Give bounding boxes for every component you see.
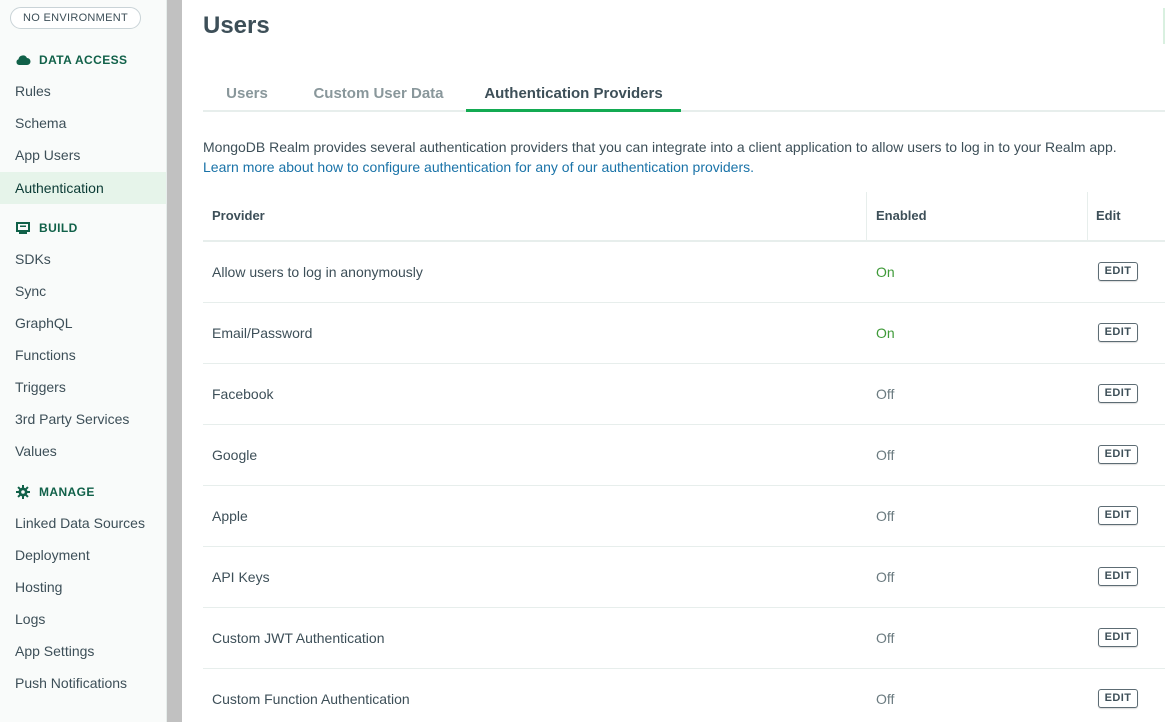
providers-table: Provider Enabled Edit Allow users to log… [203, 192, 1165, 722]
edit-button[interactable]: EDIT [1098, 384, 1138, 403]
sidebar-item-linked-data-sources[interactable]: Linked Data Sources [0, 507, 166, 539]
edit-button[interactable]: EDIT [1098, 262, 1138, 281]
enabled-status: Off [876, 508, 895, 524]
sidebar-item-functions[interactable]: Functions [0, 339, 166, 371]
edit-button[interactable]: EDIT [1098, 567, 1138, 586]
sidebar-item-app-settings[interactable]: App Settings [0, 635, 166, 667]
table-row: API Keys Off EDIT [203, 547, 1165, 608]
provider-name: Facebook [212, 386, 274, 402]
provider-name: Apple [212, 508, 248, 524]
table-header: Provider Enabled Edit [203, 192, 1165, 242]
sidebar: NO ENVIRONMENT DATA ACCESS Rules Schema … [0, 0, 167, 722]
sidebar-item-hosting[interactable]: Hosting [0, 571, 166, 603]
sidebar-item-triggers[interactable]: Triggers [0, 371, 166, 403]
edit-button[interactable]: EDIT [1098, 323, 1138, 342]
enabled-status: Off [876, 386, 895, 402]
sidebar-item-push-notifications[interactable]: Push Notifications [0, 667, 166, 699]
table-row: Google Off EDIT [203, 425, 1165, 486]
enabled-status: Off [876, 691, 895, 707]
table-row: Custom Function Authentication Off EDIT [203, 669, 1165, 722]
column-separator [866, 192, 867, 240]
table-row: Facebook Off EDIT [203, 364, 1165, 425]
column-header-provider[interactable]: Provider [212, 192, 265, 240]
column-header-edit: Edit [1096, 208, 1121, 223]
table-row: Allow users to log in anonymously On EDI… [203, 242, 1165, 303]
sidebar-scrollbar[interactable] [167, 0, 182, 722]
tab-label: Authentication Providers [484, 85, 663, 102]
enabled-status: Off [876, 447, 895, 463]
table-row: Apple Off EDIT [203, 486, 1165, 547]
page-title: Users [203, 12, 270, 39]
sidebar-item-rules[interactable]: Rules [0, 75, 166, 107]
sidebar-item-3rd-party-services[interactable]: 3rd Party Services [0, 403, 166, 435]
edit-button[interactable]: EDIT [1098, 445, 1138, 464]
section-header-data-access: DATA ACCESS [15, 52, 127, 68]
edit-button[interactable]: EDIT [1098, 628, 1138, 647]
description-text: MongoDB Realm provides several authentic… [203, 139, 1117, 155]
description: MongoDB Realm provides several authentic… [203, 137, 1163, 177]
table-row: Email/Password On EDIT [203, 303, 1165, 364]
sidebar-item-sdks[interactable]: SDKs [0, 243, 166, 275]
column-header-enabled[interactable]: Enabled [876, 192, 927, 240]
provider-name: Custom Function Authentication [212, 691, 410, 707]
gear-icon [15, 484, 31, 500]
environment-badge[interactable]: NO ENVIRONMENT [10, 7, 142, 29]
section-label: BUILD [39, 221, 78, 235]
provider-name: Custom JWT Authentication [212, 630, 385, 646]
active-tab-indicator [466, 109, 681, 112]
provider-name: Allow users to log in anonymously [212, 264, 423, 280]
edit-button[interactable]: EDIT [1098, 506, 1138, 525]
table-row: Custom JWT Authentication Off EDIT [203, 608, 1165, 669]
tab-users[interactable]: Users [203, 78, 291, 112]
provider-name: Email/Password [212, 325, 313, 341]
sidebar-item-graphql[interactable]: GraphQL [0, 307, 166, 339]
enabled-status: On [876, 325, 895, 341]
sidebar-item-values[interactable]: Values [0, 435, 166, 467]
section-label: MANAGE [39, 485, 95, 499]
edit-button[interactable]: EDIT [1098, 689, 1138, 708]
provider-name: API Keys [212, 569, 270, 585]
provider-name: Google [212, 447, 258, 463]
cloud-icon [15, 52, 31, 68]
tab-bar: Users Custom User Data Authentication Pr… [203, 78, 1165, 112]
app-window: NO ENVIRONMENT DATA ACCESS Rules Schema … [0, 0, 1165, 722]
tab-label: Users [226, 85, 268, 102]
enabled-status: On [876, 264, 895, 280]
tab-label: Custom User Data [313, 85, 444, 102]
column-separator [1087, 192, 1088, 240]
sidebar-item-deployment[interactable]: Deployment [0, 539, 166, 571]
enabled-status: Off [876, 630, 895, 646]
enabled-status: Off [876, 569, 895, 585]
section-label: DATA ACCESS [39, 53, 128, 67]
sidebar-item-authentication[interactable]: Authentication [0, 172, 166, 204]
tab-authentication-providers[interactable]: Authentication Providers [466, 78, 681, 112]
section-header-build: BUILD [15, 220, 78, 236]
monitor-icon [15, 220, 31, 236]
learn-more-link[interactable]: Learn more about how to configure authen… [203, 157, 1163, 177]
sidebar-item-sync[interactable]: Sync [0, 275, 166, 307]
sidebar-item-app-users[interactable]: App Users [0, 139, 166, 171]
sidebar-item-schema[interactable]: Schema [0, 107, 166, 139]
section-header-manage: MANAGE [15, 484, 95, 500]
tab-custom-user-data[interactable]: Custom User Data [291, 78, 466, 112]
sidebar-item-logs[interactable]: Logs [0, 603, 166, 635]
